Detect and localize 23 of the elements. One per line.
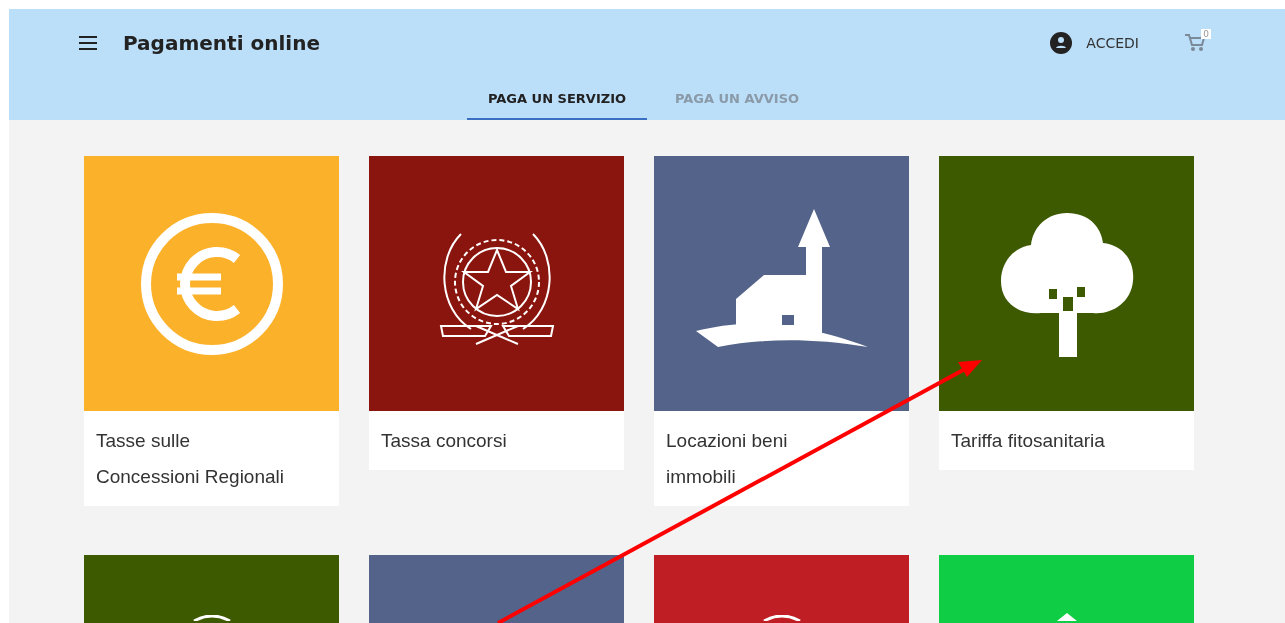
roof-icon (1057, 613, 1077, 621)
arc-icon (762, 615, 802, 621)
account-icon (1050, 32, 1073, 54)
service-tile[interactable] (654, 156, 909, 411)
euro-icon (138, 210, 285, 357)
service-caption[interactable]: Tassa concorsi (369, 411, 624, 470)
page-title: Pagamenti online (123, 31, 321, 55)
service-title: Locazioni beni immobili (666, 430, 788, 487)
cart-count: 0 (1201, 29, 1211, 39)
service-title: Tassa concorsi (381, 430, 507, 451)
service-tile[interactable] (369, 156, 624, 411)
service-tile[interactable] (939, 156, 1194, 411)
service-title: Tariffa fitosanitaria (951, 430, 1105, 451)
service-caption[interactable]: Tasse sulle Concessioni Regionali (84, 411, 339, 506)
service-title: Tasse sulle Concessioni Regionali (96, 430, 284, 487)
nav-tab[interactable]: PAGA UN SERVIZIO (467, 77, 647, 120)
service-tile[interactable] (84, 156, 339, 411)
service-caption[interactable]: Locazioni beni immobili (654, 411, 909, 506)
menu-icon[interactable] (79, 36, 97, 50)
login-link[interactable]: ACCEDI (1050, 32, 1139, 54)
service-caption[interactable]: Tariffa fitosanitaria (939, 411, 1194, 470)
cart-icon[interactable] (1185, 34, 1205, 52)
arc-icon (192, 615, 232, 621)
